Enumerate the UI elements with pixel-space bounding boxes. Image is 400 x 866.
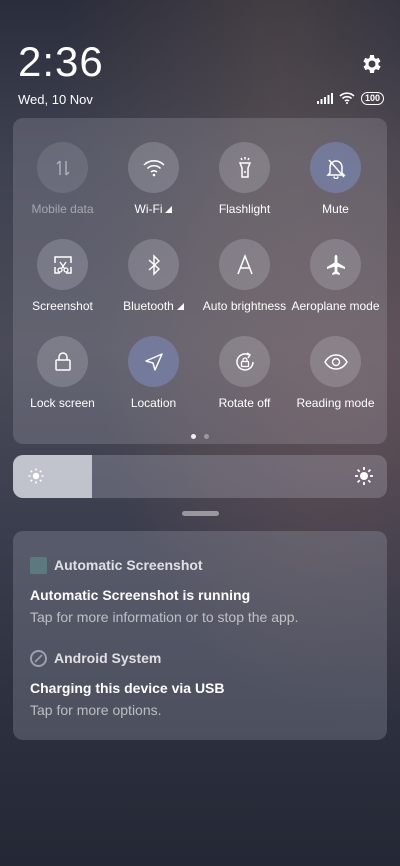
tile-mute[interactable]: Mute xyxy=(290,142,381,220)
tile-auto-brightness[interactable]: Auto brightness xyxy=(199,239,290,317)
bluetooth-icon xyxy=(147,253,160,276)
lock-icon xyxy=(54,351,71,371)
screenshot-icon xyxy=(53,255,72,274)
clock: 2:36 xyxy=(18,38,104,85)
tile-mute-label: Mute xyxy=(322,202,349,216)
app-name: Android System xyxy=(54,650,162,666)
battery-indicator: 100 xyxy=(360,91,384,105)
tile-screenshot-button[interactable] xyxy=(37,239,88,290)
tile-location-button[interactable] xyxy=(128,336,179,387)
notification-automatic-screenshot[interactable]: Automatic Screenshot Automatic Screensho… xyxy=(30,555,370,625)
location-icon xyxy=(144,352,163,371)
brightness-slider-fill xyxy=(13,455,92,498)
tile-mobile-data-label: Mobile data xyxy=(31,202,94,216)
page-indicator xyxy=(13,434,387,439)
notification-android-system[interactable]: Android System Charging this device via … xyxy=(30,648,370,718)
settings-button[interactable] xyxy=(360,52,384,76)
notification-header: Automatic Screenshot xyxy=(30,555,370,575)
quick-settings-grid: Mobile data Wi-Fi Flashlight Mute Screen… xyxy=(13,142,387,414)
eye-icon xyxy=(323,353,348,370)
tile-auto-brightness-label: Auto brightness xyxy=(202,299,287,313)
expand-arrow-icon[interactable] xyxy=(165,205,173,213)
expand-arrow-icon[interactable] xyxy=(176,302,184,310)
app-icon xyxy=(30,556,47,574)
tile-wifi-label: Wi-Fi xyxy=(134,202,163,216)
tile-flashlight[interactable]: Flashlight xyxy=(199,142,290,220)
tile-wifi-button[interactable] xyxy=(128,142,179,193)
tile-bluetooth[interactable]: Bluetooth xyxy=(108,239,199,317)
tile-wifi[interactable]: Wi-Fi xyxy=(108,142,199,220)
app-name: Automatic Screenshot xyxy=(54,557,203,573)
mobile-data-icon xyxy=(55,159,70,176)
quick-settings-panel: Mobile data Wi-Fi Flashlight Mute Screen… xyxy=(13,118,387,444)
tile-aeroplane-mode-button[interactable] xyxy=(310,239,361,290)
tile-rotate-off-label: Rotate off xyxy=(218,396,271,410)
flashlight-icon xyxy=(238,156,251,178)
wifi-status-icon xyxy=(339,92,355,104)
airplane-icon xyxy=(326,254,345,275)
tile-bluetooth-label-row: Bluetooth xyxy=(123,299,184,313)
tile-rotate-off[interactable]: Rotate off xyxy=(199,336,290,414)
page-dot-2[interactable] xyxy=(204,434,209,439)
tile-screenshot-label: Screenshot xyxy=(32,299,93,313)
notification-title: Automatic Screenshot is running xyxy=(30,587,251,603)
tile-reading-mode-label: Reading mode xyxy=(296,396,375,410)
page-dot-1[interactable] xyxy=(191,434,196,439)
tile-lock-screen-label: Lock screen xyxy=(30,396,95,410)
tile-aeroplane-mode[interactable]: Aeroplane mode xyxy=(290,239,381,317)
tile-mute-button[interactable] xyxy=(310,142,361,193)
tile-reading-mode[interactable]: Reading mode xyxy=(290,336,381,414)
tile-location[interactable]: Location xyxy=(108,336,199,414)
tile-screenshot[interactable]: Screenshot xyxy=(17,239,108,317)
brightness-slider[interactable] xyxy=(13,455,387,498)
brightness-high-icon xyxy=(355,467,373,485)
tile-rotate-off-button[interactable] xyxy=(219,336,270,387)
tile-reading-mode-button[interactable] xyxy=(310,336,361,387)
drag-handle[interactable] xyxy=(182,511,219,516)
tile-mobile-data-button[interactable] xyxy=(37,142,88,193)
brightness-low-icon xyxy=(28,468,44,484)
notifications-panel: Automatic Screenshot Automatic Screensho… xyxy=(13,531,387,740)
auto-brightness-icon xyxy=(236,253,253,274)
tile-flashlight-button[interactable] xyxy=(219,142,270,193)
notification-body: Tap for more options. xyxy=(30,702,162,718)
wifi-icon xyxy=(142,159,165,176)
tile-wifi-label-row: Wi-Fi xyxy=(135,202,173,216)
notification-body: Tap for more information or to stop the … xyxy=(30,609,299,625)
tile-aeroplane-mode-label: Aeroplane mode xyxy=(291,299,380,313)
tile-flashlight-label: Flashlight xyxy=(218,202,271,216)
android-system-icon xyxy=(30,649,47,667)
bell-off-icon xyxy=(325,159,346,179)
status-icons: 100 xyxy=(316,91,384,105)
tile-location-label: Location xyxy=(130,396,177,410)
notification-header: Android System xyxy=(30,648,370,668)
notification-title: Charging this device via USB xyxy=(30,680,225,696)
rotate-lock-icon xyxy=(235,351,254,371)
tile-mobile-data[interactable]: Mobile data xyxy=(17,142,108,220)
tile-lock-screen-button[interactable] xyxy=(37,336,88,387)
date: Wed, 10 Nov xyxy=(18,92,93,107)
signal-icon xyxy=(316,92,333,104)
tile-auto-brightness-button[interactable] xyxy=(219,239,270,290)
tile-lock-screen[interactable]: Lock screen xyxy=(17,336,108,414)
gear-icon xyxy=(363,55,381,73)
tile-bluetooth-label: Bluetooth xyxy=(123,299,174,313)
tile-bluetooth-button[interactable] xyxy=(128,239,179,290)
